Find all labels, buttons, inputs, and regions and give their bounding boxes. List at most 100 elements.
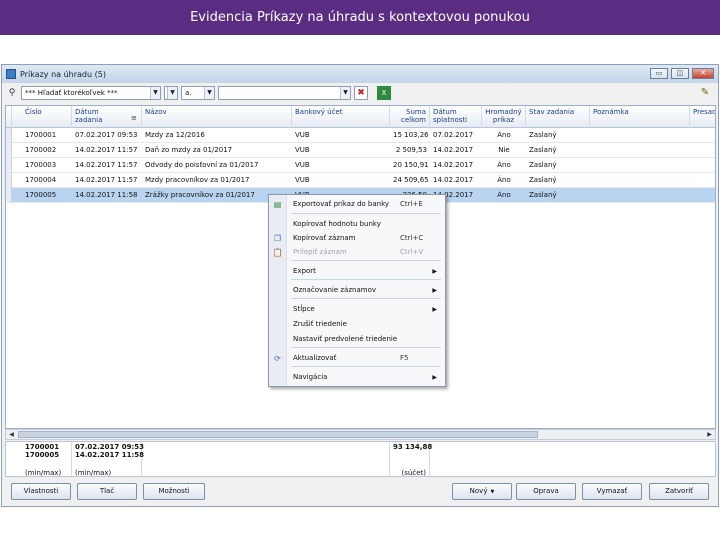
table-row[interactable]: 1700003 14.02.2017 11:57 Odvody do poisťov… [6,158,715,173]
column-header-suma[interactable]: Suma celkom [390,106,430,128]
column-header-splatnost[interactable]: Dátum splatnosti [430,106,482,128]
close-button[interactable]: ✕ [692,68,714,79]
summary-cislo-min: 1700001 [25,443,60,451]
binoculars-icon[interactable]: ⚲ [6,87,18,99]
row-selector[interactable] [6,128,12,143]
summary-datum-label: (min/max) [75,469,112,477]
filter-field-select[interactable]: *** Hľadať ktorékoľvek *** ▼ [21,86,161,100]
moznosti-button[interactable]: Možnosti [143,483,205,500]
cell-nazov: Odvody do poisťovní za 01/2017 [145,161,259,169]
cell-datum-zadania: 07.02.2017 09:53 [75,131,138,139]
menu-item-shortcut: Ctrl+C [400,234,424,242]
window-controls: ▭ ◫ ✕ [650,68,714,79]
table-row[interactable]: 1700004 14.02.2017 11:57 Mzdy pracovníkov … [6,173,715,188]
chevron-down-icon[interactable]: ▼ [340,87,350,99]
menu-item-label: Exportovať príkaz do banky [293,200,390,208]
summary-spacer [142,442,390,478]
window-titlebar: Príkazy na úhradu (5) ▭ ◫ ✕ [2,65,718,83]
cell-cislo: 1700004 [25,176,57,184]
menu-item-label: Zrušiť triedenie [293,320,347,328]
minimize-button[interactable]: ▭ [650,68,668,79]
menu-item[interactable]: ▤ Exportovať príkaz do banky Ctrl+E [269,198,445,211]
menu-item-label: Kopírovať záznam [293,234,356,242]
maximize-button[interactable]: ◫ [671,68,689,79]
menu-item[interactable]: Export ▶ [269,265,445,278]
row-selector[interactable] [6,158,12,173]
row-selector[interactable] [6,173,12,188]
column-header-poznamka[interactable]: Poznámka [590,106,690,128]
moznosti-label: Možnosti [158,487,190,495]
column-header-nazov[interactable]: Názov [142,106,292,128]
menu-item[interactable]: ⟳ Aktualizovať F5 [269,352,445,365]
summary-suma-total: 93 134,88 [393,443,433,451]
paste-icon: 📋 [272,248,283,257]
row-selector-header [6,106,12,128]
table-row[interactable]: 1700001 07.02.2017 09:53 Mzdy za 12/2016 VU… [6,128,715,143]
menu-item[interactable]: Nastaviť predvolené triedenie [269,333,445,346]
menu-item[interactable]: Zrušiť triedenie [269,318,445,331]
row-selector[interactable] [6,143,12,158]
menu-item-label: Prilepiť záznam [293,248,347,256]
clear-filter-button[interactable]: ✖ [354,86,368,100]
menu-item[interactable]: Navigácia ▶ [269,371,445,384]
menu-item[interactable]: Stĺpce ▶ [269,303,445,316]
vlastnosti-label: Vlastnosti [23,487,59,495]
submenu-arrow-icon: ▶ [432,268,437,275]
column-header-hromadny[interactable]: Hromadný príkaz [482,106,526,128]
menu-item[interactable]: ❐ Kopírovať záznam Ctrl+C [269,232,445,245]
novy-button[interactable]: Nový ▼ [452,483,512,500]
menu-item[interactable]: Kopírovať hodnotu bunky [269,218,445,231]
cell-datum-zadania: 14.02.2017 11:57 [75,176,138,184]
vymazat-button[interactable]: Vymazať [582,483,642,500]
oprava-button[interactable]: Oprava [516,483,576,500]
column-header-stav[interactable]: Stav zadania [526,106,590,128]
cell-hromadny: Áno [497,161,511,169]
cell-datum-zadania: 14.02.2017 11:57 [75,146,138,154]
scrollbar-thumb[interactable] [18,431,538,438]
column-header-bankovy-ucet[interactable]: Bankový účet [292,106,390,128]
menu-item-label: Aktualizovať [293,354,337,362]
summary-cislo-label: (min/max) [25,469,62,477]
menu-item-label: Export [293,267,316,275]
summary-suma-label: (súčet) [401,469,426,477]
tlac-button[interactable]: Tlač [77,483,137,500]
cell-cislo: 1700005 [25,191,57,199]
vlastnosti-button[interactable]: Vlastnosti [11,483,71,500]
menu-separator [291,260,441,261]
cell-bankovy-ucet: VUB [295,131,310,139]
horizontal-scrollbar[interactable]: ◀ ▶ [5,429,716,440]
menu-item-shortcut: Ctrl+E [400,200,423,208]
zatvorit-label: Zatvoriť [665,487,693,495]
tools-icon[interactable]: ✎ [698,86,712,100]
cell-stav: Zaslaný [529,191,557,199]
cell-stav: Zaslaný [529,131,557,139]
export-bank-icon: ▤ [273,200,282,209]
filter-text-input[interactable]: ▼ [218,86,351,100]
bottom-button-bar: Vlastnosti Tlač Možnosti Nový ▼ Oprava Vy… [2,483,718,503]
filter-toolbar: ⚲ *** Hľadať ktorékoľvek *** ▼ ▼ a. ▼ ▼ … [2,83,718,103]
menu-item-label: Označovanie záznamov [293,286,376,294]
menu-separator [291,366,441,367]
scroll-left-icon[interactable]: ◀ [6,430,17,439]
table-row[interactable]: 1700002 14.02.2017 11:57 Daň zo mzdy za 01… [6,143,715,158]
column-header-presada[interactable]: Presada [690,106,715,128]
column-header-cislo[interactable]: Číslo [22,106,72,128]
submenu-arrow-icon: ▶ [432,306,437,313]
cell-nazov: Daň zo mzdy za 01/2017 [145,146,233,154]
filter-extra-select[interactable]: ▼ [164,86,178,100]
chevron-down-icon[interactable]: ▼ [150,87,160,99]
row-selector[interactable] [6,188,12,203]
chevron-down-icon[interactable]: ▼ [204,87,214,99]
excel-export-icon[interactable]: X [377,86,391,100]
operator-select[interactable]: a. ▼ [181,86,215,100]
scroll-right-icon[interactable]: ▶ [704,430,715,439]
menu-item[interactable]: Označovanie záznamov ▶ [269,284,445,297]
tlac-label: Tlač [99,487,115,495]
menu-item: 📋 Prilepiť záznam Ctrl+V [269,246,445,259]
oprava-label: Oprava [533,487,559,495]
cell-cislo: 1700002 [25,146,57,154]
cell-hromadny: Áno [497,176,511,184]
zatvorit-button[interactable]: Zatvoriť [649,483,709,500]
chevron-down-icon[interactable]: ▼ [167,87,177,99]
cell-nazov: Mzdy za 12/2016 [145,131,205,139]
